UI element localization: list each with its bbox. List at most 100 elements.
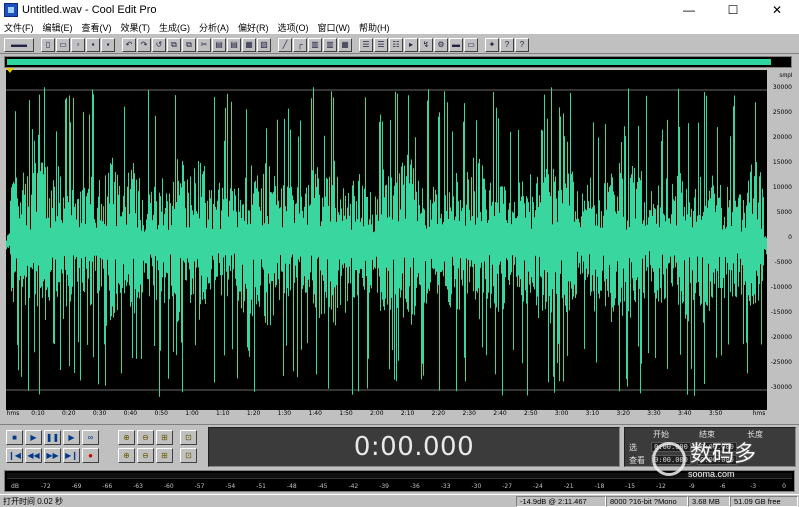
menu-file[interactable]: 文件(F) [4,21,34,34]
waveform-panel: smpl 30000 25000 20000 15000 10000 5000 0 -5000… [4,68,794,420]
menu-options[interactable]: 选项(O) [278,21,309,34]
scrub-icon[interactable]: ↯ [419,37,433,52]
time-label: 1:00 [185,410,199,417]
go-to-end-button[interactable]: ▶❙ [63,448,80,463]
play-to-end-button[interactable]: ▶ [63,430,80,445]
copy-new-icon[interactable]: ⧉ [182,37,196,52]
time-label: 0:30 [92,410,107,417]
time-label: 1:40 [308,410,322,417]
meter-label: -18 [594,483,605,490]
waveform-display[interactable] [6,68,767,410]
selection-row-label: 选 [629,443,637,452]
meter-label: -33 [440,483,451,490]
redo-icon[interactable]: ↷ [137,37,151,52]
grid-alt-icon[interactable]: ▥ [323,37,337,52]
stop-button[interactable]: ■ [6,430,23,445]
status-bar: 打开时间 0.02 秒 -14.9dB @ 2:11.467 8000 ?16-… [0,494,799,507]
time-display: 0:00.000 [208,427,620,467]
app-icon [4,3,18,17]
watermark-url: sooma.com [688,469,735,479]
new-file-icon[interactable]: ▯ [41,37,55,52]
bars-icon[interactable]: ▬ [449,37,463,52]
fast-forward-button[interactable]: ▶▶ [44,448,61,463]
grid-icon[interactable]: ▥ [308,37,322,52]
time-label: 3:30 [647,410,661,417]
minimize-button[interactable]: — [667,0,711,20]
time-label: 3:50 [708,410,723,417]
meter-label: -15 [625,483,636,490]
menu-analyze[interactable]: 分析(A) [199,21,229,34]
window-icon[interactable]: ▭ [464,37,478,52]
meter-label: -69 [71,483,82,490]
meter-label: -30 [471,483,482,490]
amplitude-label: -30000 [770,384,792,391]
zoom-out-vertical-icon[interactable]: ⊖ [137,448,154,463]
amplitude-label: 30000 [772,84,792,91]
zoom-full-horizontal-icon[interactable]: ⊞ [156,430,173,445]
meter-label: -54 [225,483,236,490]
time-label: 2:50 [524,410,538,417]
meter-label: -51 [256,483,266,490]
status-free-space: 51.09 GB free [730,496,798,507]
zoom-out-horizontal-icon[interactable]: ⊖ [137,430,154,445]
amplitude-label: -20000 [770,334,792,341]
time-label: 2:00 [370,410,384,417]
cue-list-icon[interactable]: ☰ [359,37,373,52]
table-icon[interactable]: ▦ [338,37,352,52]
meter-label: -72 [40,483,51,490]
cut-icon[interactable]: ✂ [197,37,211,52]
zoom-selection-vertical-icon[interactable]: ⊡ [180,448,197,463]
pause-button[interactable]: ❚❚ [44,430,61,445]
play-cursor-icon[interactable]: ▸ [404,37,418,52]
help-icon[interactable]: ? [515,37,529,52]
open-file-icon[interactable]: ▭ [56,37,70,52]
play-list-icon[interactable]: ☰ [374,37,388,52]
edit-waveform-icon[interactable]: ╱ [278,37,292,52]
zoom-to-selection-icon[interactable]: ⊡ [180,430,197,445]
play-button[interactable]: ▶ [25,430,42,445]
menu-edit[interactable]: 编辑(E) [43,21,73,34]
mix-paste-icon[interactable]: ▦ [242,37,256,52]
effects-icon[interactable]: ✦ [485,37,499,52]
meter-label: -42 [348,483,359,490]
undo-icon[interactable]: ↶ [122,37,136,52]
zoom-in-vertical-icon[interactable]: ⊕ [118,448,135,463]
zoom-in-horizontal-icon[interactable]: ⊕ [118,430,135,445]
marker-icon[interactable]: ☷ [389,37,403,52]
menu-generate[interactable]: 生成(G) [159,21,190,34]
loop-button[interactable]: ∞ [82,430,99,445]
time-label: 2:30 [462,410,476,417]
toggle-multitrack-button[interactable]: ▬▬ [4,37,34,52]
repeat-icon[interactable]: ↺ [152,37,166,52]
close-button[interactable]: ✕ [755,0,799,20]
rewind-button[interactable]: ◀◀ [25,448,42,463]
zoom-full-vertical-icon[interactable]: ⊞ [156,448,173,463]
trim-icon[interactable]: ▧ [257,37,271,52]
copy-icon[interactable]: ⧉ [167,37,181,52]
amplitude-unit: smpl [779,73,792,79]
amplitude-label: -15000 [770,309,792,316]
menu-window[interactable]: 窗口(W) [318,21,351,34]
record-button[interactable]: ● [82,448,99,463]
view-row-label: 查看 [629,456,645,465]
paste-new-icon[interactable]: ▤ [227,37,241,52]
meter-label: -24 [533,483,543,490]
menu-effects[interactable]: 效果(T) [121,21,151,34]
go-to-start-button[interactable]: ❙◀ [6,448,23,463]
spectral-view-icon[interactable]: ┌ [293,37,307,52]
meter-label: -60 [163,483,174,490]
paste-icon[interactable]: ▤ [212,37,226,52]
settings-icon[interactable]: ⚙ [434,37,448,52]
overview-bar[interactable] [4,56,792,68]
menu-favorites[interactable]: 偏好(R) [238,21,269,34]
time-ruler[interactable]: hms 0:10 0:20 0:30 0:40 0:50 1:00 1:10 1:20 1:30 1… [6,410,767,420]
menu-view[interactable]: 查看(V) [82,21,112,34]
close-file-icon[interactable]: ▫ [71,37,85,52]
save-as-icon[interactable]: ▪ [101,37,115,52]
status-open-time: 打开时间 0.02 秒 [3,497,64,506]
menu-help[interactable]: 帮助(H) [359,21,390,34]
amplitude-label: -10000 [770,284,792,291]
whats-this-icon[interactable]: ? [500,37,514,52]
save-icon[interactable]: ▪ [86,37,100,52]
maximize-button[interactable]: ☐ [711,0,755,20]
